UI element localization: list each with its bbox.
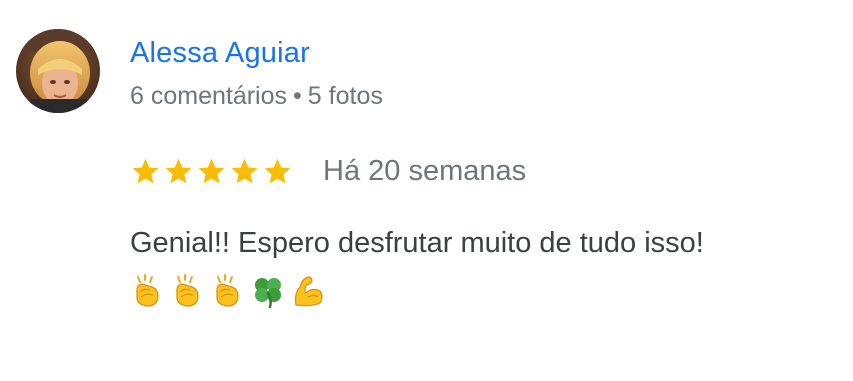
review-text: Genial!! Espero desfrutar muito de tudo … xyxy=(130,227,704,259)
review-emojis xyxy=(130,272,326,310)
photo-count: 5 fotos xyxy=(307,82,383,110)
review-card: Alessa Aguiar 6 comentários • 5 fotos Há 2… xyxy=(0,0,853,381)
four-leaf-clover-icon xyxy=(250,273,286,309)
separator-dot: • xyxy=(293,82,302,110)
star-icon xyxy=(163,156,194,187)
clapping-hands-icon xyxy=(170,273,206,309)
clapping-hands-icon xyxy=(210,273,246,309)
flexed-biceps-icon xyxy=(290,273,326,309)
star-icon xyxy=(130,156,161,187)
author-stats: 6 comentários • 5 fotos xyxy=(130,80,383,112)
review-date: Há 20 semanas xyxy=(323,154,527,187)
comment-count: 6 comentários xyxy=(130,82,288,110)
star-icon xyxy=(229,156,260,187)
avatar-photo xyxy=(16,29,100,113)
rating-row: Há 20 semanas xyxy=(130,152,526,190)
star-icon xyxy=(262,156,293,187)
author-name-link[interactable]: Alessa Aguiar xyxy=(130,35,310,71)
star-rating xyxy=(130,156,293,187)
star-icon xyxy=(196,156,227,187)
author-avatar[interactable] xyxy=(16,29,100,113)
clapping-hands-icon xyxy=(130,273,166,309)
